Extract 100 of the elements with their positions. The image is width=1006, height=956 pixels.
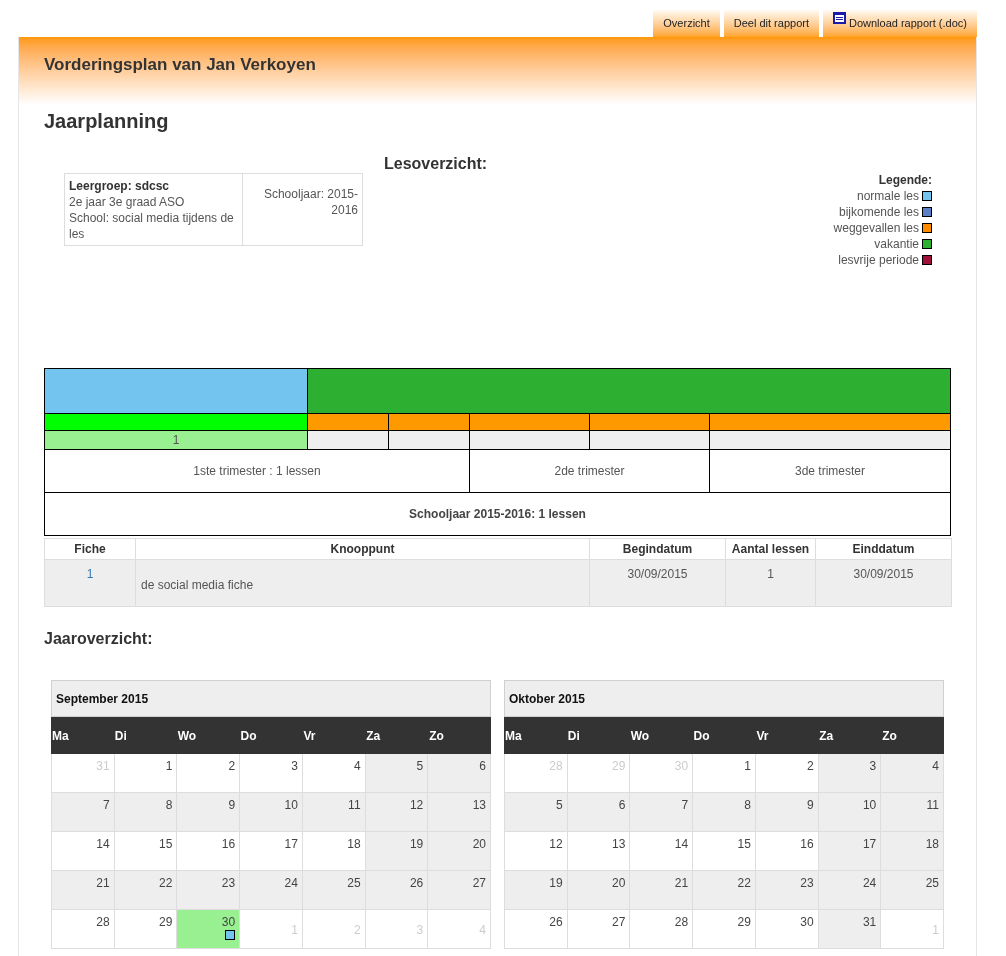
nav-tab[interactable]: Download rapport (.doc) [823,10,977,37]
lesson-count-cell: 1 [45,431,307,449]
page-title: Vorderingsplan van Jan Verkoyen [44,56,317,74]
weekday-label: Vr [755,727,769,745]
day-number: 27 [472,876,486,890]
grade-label: 2e jaar 3e graad ASO [69,194,186,210]
trimester-cell: 3de trimester [710,450,950,492]
table-cell: 30/09/2015 [589,559,726,607]
day-number: 24 [862,876,877,890]
day-number: 7 [103,798,110,812]
weekday-label: Ma [504,727,522,745]
day-number: 10 [284,798,298,812]
lesson-marker-icon [225,930,236,940]
legend-label: normale les [856,188,919,204]
day-number: 28 [96,915,110,929]
school-year-total-cell: Schooljaar 2015-2016: 1 lessen [45,493,950,535]
day-number: 30 [800,915,814,929]
day-number: 6 [479,759,486,773]
document-icon [833,12,846,24]
day-number: 29 [737,915,751,929]
day-number: 17 [284,837,298,851]
day-number: 19 [409,837,424,851]
weekday-label: Wo [629,727,650,745]
day-number: 14 [674,837,689,851]
day-number: 23 [221,876,236,890]
day-number: 26 [549,915,563,929]
weekday-label: Di [566,727,580,745]
day-number: 20 [472,837,486,851]
table-cell: 1 [725,559,816,607]
day-number: 12 [549,837,563,851]
day-number: 13 [472,798,486,812]
day-number: 3 [291,759,298,773]
day-number: 8 [165,798,173,812]
day-number: 3 [869,759,877,773]
day-number: 18 [347,837,361,851]
day-number: 28 [674,915,689,929]
table-header-cell: Begindatum [589,538,726,560]
month-title: September 2015 [56,690,149,708]
weekday-label: Zo [881,727,897,745]
day-number: 23 [800,876,814,890]
day-number: 25 [925,876,939,890]
weekday-label: Zo [428,727,444,745]
day-number: 21 [96,876,110,890]
section-heading: Jaaroverzicht: [44,630,154,648]
day-number: 19 [549,876,563,890]
day-number: 27 [612,915,626,929]
day-number: 6 [618,798,626,812]
day-number: 20 [612,876,626,890]
day-number: 11 [926,798,939,812]
day-number: 21 [674,876,689,890]
day-number: 4 [932,759,939,773]
legend-label: bijkomende les [838,204,919,220]
day-number: 11 [348,798,361,812]
weekday-label: Za [818,727,834,745]
trimester-cell: 1ste trimester : 1 lessen [45,450,469,492]
table-cell: 30/09/2015 [815,559,952,607]
nav-tab[interactable]: Overzicht [653,10,720,37]
day-number: 2 [228,759,236,773]
section-heading: Jaarplanning [44,109,170,133]
day-number: 5 [556,798,563,812]
day-number: 22 [737,876,751,890]
day-number: 1 [165,759,173,773]
day-number: 29 [159,915,173,929]
day-number: 4 [353,759,361,773]
table-header-cell: Einddatum [815,538,952,560]
trimester-cell: 2de trimester [470,450,709,492]
day-number: 14 [96,837,110,851]
day-number: 16 [221,837,236,851]
day-number: 2 [806,759,814,773]
legend-title: Legende: [878,172,932,188]
day-number: 12 [409,798,424,812]
legend-label: lesvrije periode [838,252,919,268]
day-number: 10 [862,798,877,812]
weekday-label: Wo [176,727,197,745]
day-number: 22 [159,876,173,890]
weekday-label: Vr [302,727,316,745]
table-header-cell: Aantal lessen [725,538,816,560]
legend-label: weggevallen les [833,220,919,236]
weekday-label: Ma [51,727,69,745]
nav-tab[interactable]: Deel dit rapport [723,10,819,37]
day-number: 8 [744,798,751,812]
day-number: 9 [806,798,814,812]
day-number: 7 [681,798,689,812]
school-label: School: social media tijdens de les [69,210,235,242]
day-number: 13 [612,837,626,851]
day-number: 16 [800,837,814,851]
group-label: Leergroep: sdcsc [69,178,171,194]
table-cell: de social media fiche [135,559,590,607]
weekday-label: Do [692,727,710,745]
fiche-link[interactable]: 1 [86,567,94,581]
day-number: 9 [228,798,236,812]
day-number: 31 [862,915,877,929]
day-number: 24 [284,876,298,890]
day-number: 25 [347,876,361,890]
day-number: 1 [744,759,751,773]
weekday-label: Za [365,727,381,745]
table-header-cell: Fiche [44,538,136,560]
weekday-label: Di [113,727,127,745]
school-year-label: Schooljaar: 2015-2016 [262,186,358,218]
day-number: 18 [925,837,939,851]
